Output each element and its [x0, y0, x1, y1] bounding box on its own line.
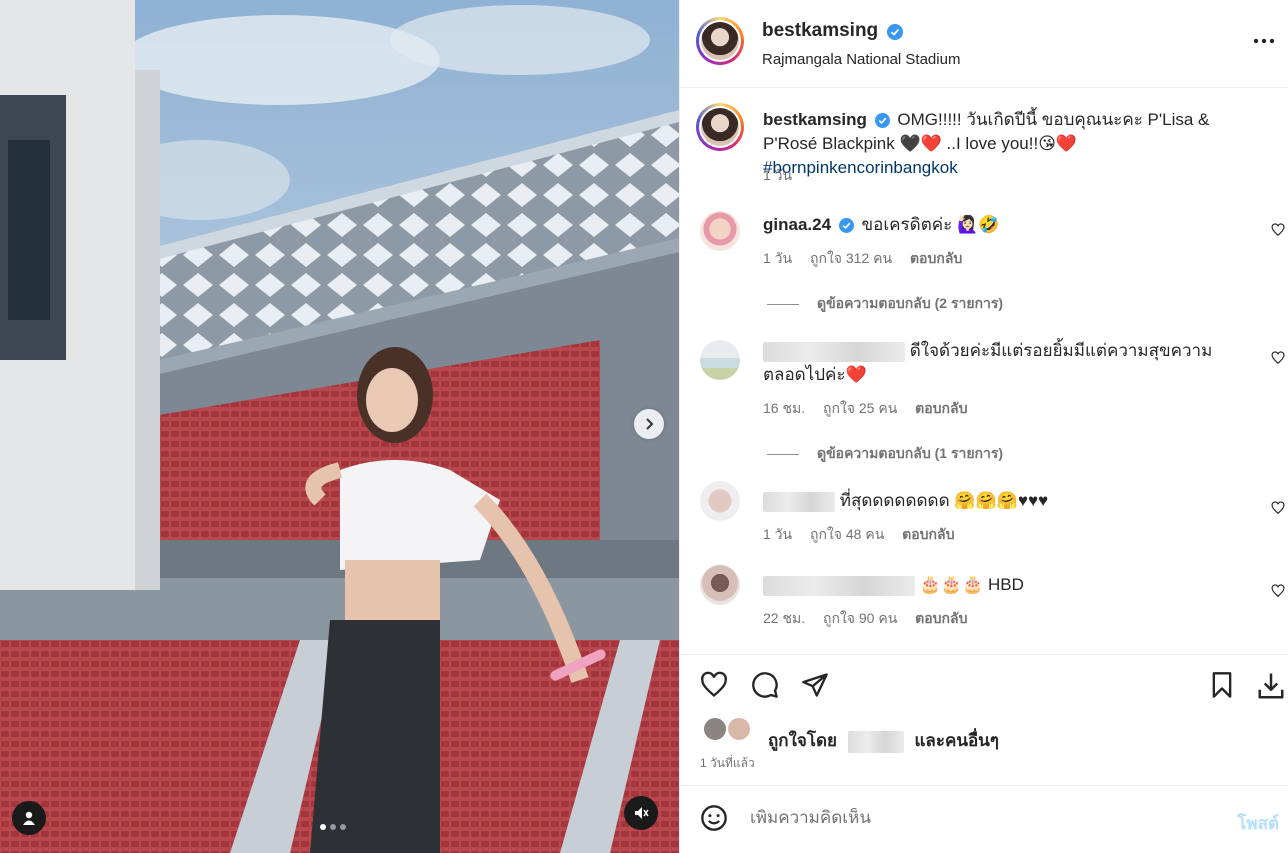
comment-username[interactable]: ginaa.24 [763, 215, 831, 234]
view-replies-label: ดูข้อความตอบกลับ (2 รายการ) [817, 295, 1004, 311]
post-header: bestkamsing Rajmangala National Stadium [680, 0, 1288, 88]
comment-time: 16 ชม. [763, 400, 806, 416]
liked-by-prefix: ถูกใจโดย [768, 731, 837, 750]
comment-text: 🎂🎂🎂 HBD [919, 575, 1024, 594]
muted-speaker-icon [635, 807, 649, 819]
commenter-avatar[interactable] [700, 340, 740, 380]
verified-badge-icon [838, 218, 854, 234]
action-bar [680, 654, 1288, 714]
view-replies-button[interactable]: ดูข้อความตอบกลับ (1 รายการ) [767, 443, 1003, 465]
verified-badge-icon [886, 23, 903, 40]
author-avatar[interactable] [696, 17, 744, 65]
post-media[interactable] [0, 0, 679, 853]
post-details-panel: bestkamsing Rajmangala National Stadium … [679, 0, 1288, 853]
carousel-dot [330, 824, 336, 830]
likes-summary: ถูกใจโดย และคนอื่นๆ [700, 714, 1280, 753]
caption-author-avatar[interactable] [696, 103, 744, 151]
carousel-dot [340, 824, 346, 830]
chevron-right-icon [646, 418, 654, 430]
reply-button[interactable]: ตอบกลับ [902, 526, 954, 542]
comment-likes[interactable]: ถูกใจ 312 คน [810, 250, 892, 266]
liked-by-text: ถูกใจโดย และคนอื่นๆ [768, 727, 999, 754]
bookmark-icon[interactable] [1208, 671, 1236, 699]
user-tag-icon [23, 811, 35, 825]
author-info: bestkamsing Rajmangala National Stadium [762, 20, 960, 68]
smiley-icon[interactable] [700, 804, 728, 832]
commenter-avatar[interactable] [700, 481, 740, 521]
redacted-username[interactable] [763, 575, 915, 596]
caption: bestkamsing OMG!!!!! วันเกิดปีนี้ ขอบคุณ… [763, 108, 1263, 180]
reply-button[interactable]: ตอบกลับ [915, 400, 967, 416]
comment-icon[interactable] [751, 671, 779, 699]
author-username[interactable]: bestkamsing [762, 20, 878, 41]
comments-list[interactable]: bestkamsing OMG!!!!! วันเกิดปีนี้ ขอบคุณ… [680, 89, 1288, 654]
comment-text: ที่สุดดดดดดดด 🤗🤗🤗♥♥♥ [839, 491, 1049, 510]
carousel-dot [320, 824, 326, 830]
liker-avatar[interactable] [702, 716, 728, 742]
comment-like-heart-icon[interactable] [1271, 501, 1285, 515]
verified-badge-icon [874, 113, 890, 129]
comment-meta: 22 ชม. ถูกใจ 90 คน ตอบกลับ [763, 608, 982, 630]
liked-by-suffix[interactable]: และคนอื่นๆ [914, 731, 998, 750]
liker-avatar[interactable] [726, 716, 752, 742]
ellipsis-icon[interactable] [1253, 30, 1275, 52]
view-replies-label: ดูข้อความตอบกลับ (1 รายการ) [817, 445, 1004, 461]
comment-input[interactable] [750, 808, 1190, 828]
post-comment-button[interactable]: โพสต์ [1237, 810, 1279, 837]
divider-line [767, 303, 799, 305]
reply-button[interactable]: ตอบกลับ [915, 610, 967, 626]
comment-2: ดีใจด้วยค่ะมีแต่รอยยิ้มมีแต่ความสุขความต… [763, 339, 1243, 387]
redacted-liker[interactable] [847, 730, 904, 753]
caption-hashtag[interactable]: #bornpinkencorinbangkok [763, 158, 958, 177]
caption-time: 1 วัน [763, 167, 793, 183]
comment-3: ที่สุดดดดดดดด 🤗🤗🤗♥♥♥ [763, 489, 1048, 513]
carousel-indicator [320, 824, 346, 830]
reply-button[interactable]: ตอบกลับ [910, 250, 962, 266]
download-icon[interactable] [1256, 671, 1286, 701]
comment-1: ginaa.24 ขอเครดิตค่ะ 🙋🏻‍♀️🤣 [763, 213, 999, 237]
avatar-image [701, 22, 739, 60]
stadium-photo [0, 0, 679, 853]
view-replies-button[interactable]: ดูข้อความตอบกลับ (2 รายการ) [767, 293, 1003, 315]
divider-line [767, 453, 799, 455]
paper-plane-icon[interactable] [801, 671, 829, 699]
comment-meta: 1 วัน ถูกใจ 312 คน ตอบกลับ [763, 248, 976, 270]
commenter-avatar[interactable] [700, 565, 740, 605]
comment-time: 1 วัน [763, 250, 793, 266]
commenter-avatar[interactable] [700, 211, 740, 251]
post-location[interactable]: Rajmangala National Stadium [762, 51, 960, 68]
caption-username[interactable]: bestkamsing [763, 110, 867, 129]
comment-4: 🎂🎂🎂 HBD [763, 573, 1024, 597]
heart-icon[interactable] [700, 671, 728, 699]
avatar-image [701, 108, 739, 146]
comment-time: 22 ชม. [763, 610, 806, 626]
redacted-username[interactable] [763, 491, 835, 512]
comment-meta: 16 ชม. ถูกใจ 25 คน ตอบกลับ [763, 398, 982, 420]
comment-meta: 1 วัน ถูกใจ 48 คน ตอบกลับ [763, 524, 969, 546]
comment-likes[interactable]: ถูกใจ 48 คน [810, 526, 884, 542]
redacted-username[interactable] [763, 341, 905, 362]
comment-likes[interactable]: ถูกใจ 25 คน [823, 400, 897, 416]
comment-like-heart-icon[interactable] [1271, 351, 1285, 365]
add-comment-bar: โพสต์ [680, 785, 1288, 853]
tagged-users-button[interactable] [12, 801, 46, 835]
next-slide-button[interactable] [634, 409, 664, 439]
comment-like-heart-icon[interactable] [1271, 223, 1285, 237]
post-time-ago[interactable]: 1 วันที่แล้ว [700, 754, 755, 773]
mute-audio-button[interactable] [624, 796, 658, 830]
comment-likes[interactable]: ถูกใจ 90 คน [823, 610, 897, 626]
comment-time: 1 วัน [763, 526, 793, 542]
comment-like-heart-icon[interactable] [1271, 584, 1285, 598]
comment-text: ขอเครดิตค่ะ 🙋🏻‍♀️🤣 [861, 215, 1000, 234]
